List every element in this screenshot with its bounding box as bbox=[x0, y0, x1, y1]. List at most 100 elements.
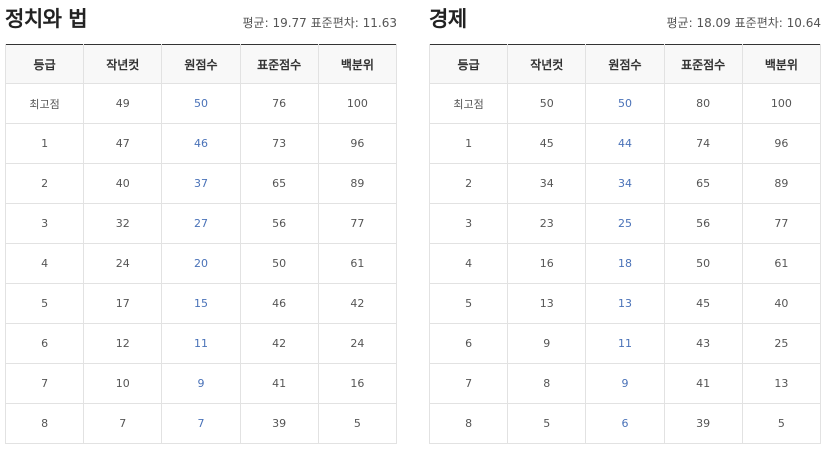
raw-score-cell: 50 bbox=[585, 83, 665, 124]
raw-score-cell: 15 bbox=[161, 283, 241, 324]
grade-cell: 2 bbox=[428, 163, 509, 204]
table-row: 2 40 37 65 89 bbox=[4, 163, 398, 204]
table-header-row: 등급 작년컷 원점수 표준점수 백분위 bbox=[4, 44, 398, 84]
last-year-cut-cell: 49 bbox=[83, 83, 163, 124]
last-year-cut-cell: 23 bbox=[507, 203, 587, 244]
raw-score-cell: 6 bbox=[585, 403, 665, 444]
standard-score-cell: 45 bbox=[663, 283, 743, 324]
standard-score-cell: 74 bbox=[663, 123, 743, 164]
grade-cell: 3 bbox=[4, 203, 85, 244]
last-year-cut-cell: 10 bbox=[83, 363, 163, 404]
grade-cell: 2 bbox=[4, 163, 85, 204]
last-year-cut-cell: 45 bbox=[507, 123, 587, 164]
table-row: 1 47 46 73 96 bbox=[4, 123, 398, 164]
last-year-cut-cell: 17 bbox=[83, 283, 163, 324]
percentile-cell: 100 bbox=[741, 83, 822, 124]
grade-cell: 7 bbox=[4, 363, 85, 404]
last-year-cut-cell: 5 bbox=[507, 403, 587, 444]
grade-cell: 5 bbox=[428, 283, 509, 324]
raw-score-cell: 37 bbox=[161, 163, 241, 204]
grade-cell: 8 bbox=[428, 403, 509, 444]
standard-score-cell: 39 bbox=[239, 403, 319, 444]
standard-score-cell: 41 bbox=[239, 363, 319, 404]
last-year-cut-cell: 8 bbox=[507, 363, 587, 404]
table-row: 8 5 6 39 5 bbox=[428, 403, 822, 444]
percentile-cell: 24 bbox=[317, 323, 398, 364]
raw-score-cell: 18 bbox=[585, 243, 665, 284]
last-year-cut-cell: 9 bbox=[507, 323, 587, 364]
panel-stats: 평균: 18.09 표준편차: 10.64 bbox=[666, 16, 821, 30]
header-percentile: 백분위 bbox=[741, 44, 822, 84]
header-grade: 등급 bbox=[4, 44, 85, 84]
table-row: 7 8 9 41 13 bbox=[428, 363, 822, 404]
table-row: 1 45 44 74 96 bbox=[428, 123, 822, 164]
panel-stats: 평균: 19.77 표준편차: 11.63 bbox=[242, 16, 397, 30]
percentile-cell: 77 bbox=[317, 203, 398, 244]
standard-score-cell: 76 bbox=[239, 83, 319, 124]
table-row: 6 12 11 42 24 bbox=[4, 323, 398, 364]
standard-score-cell: 56 bbox=[239, 203, 319, 244]
standard-score-cell: 43 bbox=[663, 323, 743, 364]
raw-score-cell: 20 bbox=[161, 243, 241, 284]
last-year-cut-cell: 32 bbox=[83, 203, 163, 244]
header-grade: 등급 bbox=[428, 44, 509, 84]
grade-cut-table: 등급 작년컷 원점수 표준점수 백분위 최고점 50 50 80 100 1 45 44 74 9… bbox=[428, 44, 822, 444]
raw-score-cell: 13 bbox=[585, 283, 665, 324]
standard-score-cell: 50 bbox=[239, 243, 319, 284]
percentile-cell: 42 bbox=[317, 283, 398, 324]
table-row: 4 24 20 50 61 bbox=[4, 243, 398, 284]
standard-score-cell: 80 bbox=[663, 83, 743, 124]
percentile-cell: 100 bbox=[317, 83, 398, 124]
table-row: 3 32 27 56 77 bbox=[4, 203, 398, 244]
header-last-year-cut: 작년컷 bbox=[83, 44, 163, 84]
grade-cell: 4 bbox=[428, 243, 509, 284]
percentile-cell: 61 bbox=[741, 243, 822, 284]
percentile-cell: 25 bbox=[741, 323, 822, 364]
table-row: 6 9 11 43 25 bbox=[428, 323, 822, 364]
last-year-cut-cell: 34 bbox=[507, 163, 587, 204]
percentile-cell: 89 bbox=[741, 163, 822, 204]
standard-score-cell: 41 bbox=[663, 363, 743, 404]
standard-score-cell: 65 bbox=[663, 163, 743, 204]
header-last-year-cut: 작년컷 bbox=[507, 44, 587, 84]
grade-cut-table: 등급 작년컷 원점수 표준점수 백분위 최고점 49 50 76 100 1 47 46 73 9… bbox=[4, 44, 398, 444]
percentile-cell: 61 bbox=[317, 243, 398, 284]
raw-score-cell: 9 bbox=[585, 363, 665, 404]
header-raw-score: 원점수 bbox=[585, 44, 665, 84]
standard-score-cell: 50 bbox=[663, 243, 743, 284]
percentile-cell: 5 bbox=[317, 403, 398, 444]
percentile-cell: 96 bbox=[317, 123, 398, 164]
raw-score-cell: 7 bbox=[161, 403, 241, 444]
percentile-cell: 40 bbox=[741, 283, 822, 324]
percentile-cell: 16 bbox=[317, 363, 398, 404]
grade-cell: 1 bbox=[428, 123, 509, 164]
grade-cell: 1 bbox=[4, 123, 85, 164]
panel-header: 정치와 법 평균: 19.77 표준편차: 11.63 bbox=[5, 0, 397, 44]
standard-score-cell: 73 bbox=[239, 123, 319, 164]
standard-score-cell: 46 bbox=[239, 283, 319, 324]
last-year-cut-cell: 50 bbox=[507, 83, 587, 124]
percentile-cell: 5 bbox=[741, 403, 822, 444]
header-standard-score: 표준점수 bbox=[239, 44, 319, 84]
table-row: 4 16 18 50 61 bbox=[428, 243, 822, 284]
standard-score-cell: 42 bbox=[239, 323, 319, 364]
table-row: 5 13 13 45 40 bbox=[428, 283, 822, 324]
last-year-cut-cell: 12 bbox=[83, 323, 163, 364]
grade-cell: 6 bbox=[428, 323, 509, 364]
politics-law-panel: 정치와 법 평균: 19.77 표준편차: 11.63 등급 작년컷 원점수 표… bbox=[4, 0, 398, 444]
last-year-cut-cell: 24 bbox=[83, 243, 163, 284]
standard-score-cell: 56 bbox=[663, 203, 743, 244]
grade-cell: 5 bbox=[4, 283, 85, 324]
grade-cell: 4 bbox=[4, 243, 85, 284]
raw-score-cell: 46 bbox=[161, 123, 241, 164]
raw-score-cell: 11 bbox=[161, 323, 241, 364]
raw-score-cell: 27 bbox=[161, 203, 241, 244]
table-header-row: 등급 작년컷 원점수 표준점수 백분위 bbox=[428, 44, 822, 84]
raw-score-cell: 50 bbox=[161, 83, 241, 124]
last-year-cut-cell: 16 bbox=[507, 243, 587, 284]
raw-score-cell: 44 bbox=[585, 123, 665, 164]
last-year-cut-cell: 47 bbox=[83, 123, 163, 164]
panel-title: 정치와 법 bbox=[5, 7, 88, 31]
percentile-cell: 77 bbox=[741, 203, 822, 244]
grade-cell: 3 bbox=[428, 203, 509, 244]
